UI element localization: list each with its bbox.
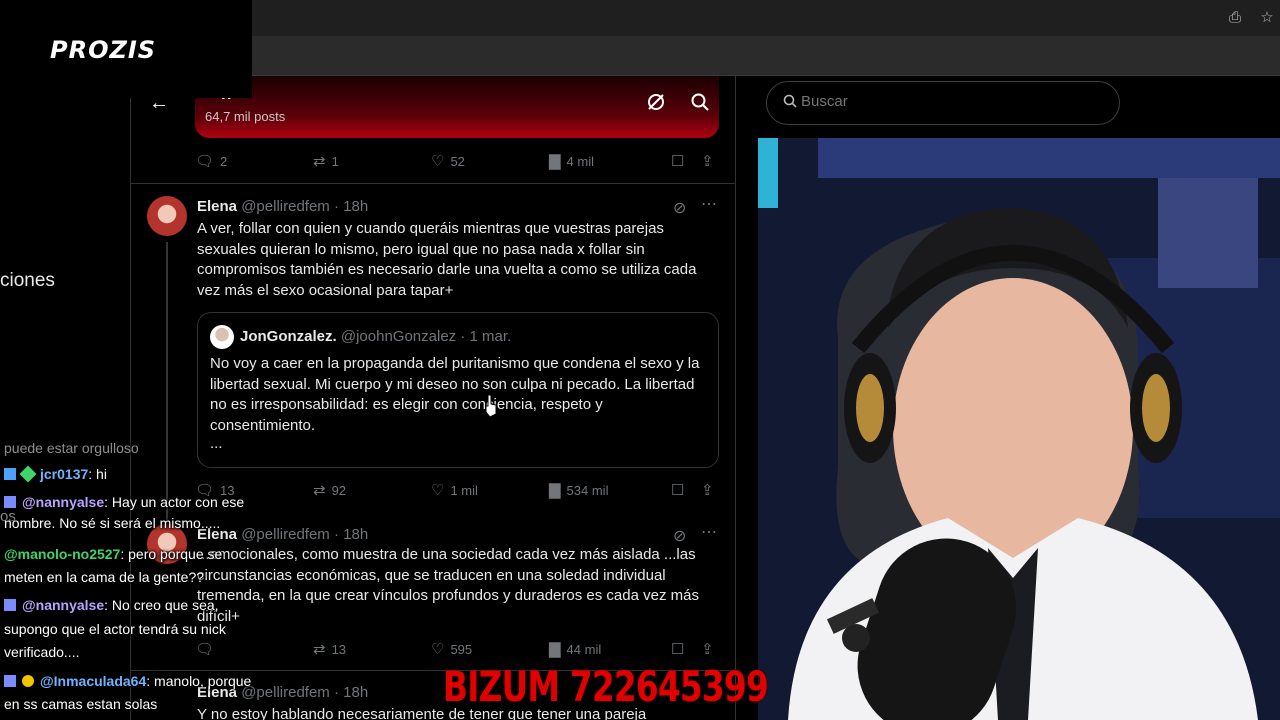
chat-message: jcr0137: hi [4,464,107,485]
share-icon: ⇪ [701,153,714,170]
header-banner [195,76,719,138]
chat-message: @Inmaculada64: manolo, porque [4,671,251,692]
stream-chat-overlay: puede estar orgulloso jcr0137: hi @nanny… [0,438,290,720]
like-button[interactable]: ♡ 52 [431,152,465,170]
search-icon[interactable] [689,92,711,114]
bookmark-star-icon[interactable]: ☆ [1258,9,1276,27]
install-app-icon[interactable]: ⎙ [1226,9,1244,27]
chat-message: @nannyalse: No creo que sea, [4,595,219,616]
bookmark-icon: ☐ [671,482,685,499]
share-button[interactable]: ⇪ [701,640,714,658]
quote-text: No voy a caer en la propaganda del purit… [210,355,700,434]
bookmark-button[interactable]: ☐ [671,640,684,658]
tweet-time[interactable]: · 18h [334,198,368,215]
quote-time: · 1 mar. [460,328,512,345]
side-nav-label[interactable]: ciones [0,270,55,292]
sponsor-logo: PROZIS [50,36,157,64]
badge-icon [19,465,37,483]
like-button[interactable]: ♡ 1 mil [431,481,478,499]
chat-username: @manolo-no2527 [4,546,121,562]
chat-message: verificado.... [4,644,80,660]
share-icon: ⇪ [701,641,714,658]
webcam-overlay [758,138,1280,720]
divider [131,183,735,184]
views-icon: ▇ [549,153,561,170]
badge-icon [4,468,16,480]
views-icon: ▇ [549,641,561,658]
heart-icon: ♡ [431,641,445,658]
chat-message: nombre. No sé si será el mismo..... [4,515,221,531]
chat-message: puede estar orgulloso [4,440,139,456]
tweet-author-name[interactable]: Elena [197,198,237,215]
quote-author-handle: @joohnGonzalez [340,328,457,345]
reply-button[interactable]: 🗨︎ 2 [195,152,227,170]
reply-icon: 🗨︎ [195,153,215,170]
search-icon [783,94,797,112]
repost-icon: ⇄ [313,482,326,499]
bizum-banner: BIZUM 722645399 [443,662,769,711]
views-button[interactable]: ▇ 4 mil [549,152,594,170]
chat-username: jcr0137 [40,466,89,482]
share-button[interactable]: ⇪ [701,152,714,170]
browser-tab-strip [252,0,1280,36]
repost-button[interactable]: ⇄ 92 [313,481,346,499]
wrench-icon [4,675,16,687]
bookmark-icon: ☐ [671,641,685,658]
quote-avatar [210,325,234,349]
browser-toolbar [252,36,1280,76]
chat-username: @Inmaculada64 [40,673,147,689]
like-button[interactable]: ♡ 595 [431,640,472,658]
grok-icon[interactable]: ⊘ [673,526,686,546]
chat-username: @nannyalse [22,597,105,613]
bookmark-button[interactable]: ☐ [671,481,684,499]
views-button[interactable]: ▇ 44 mil [549,640,601,658]
posts-count: 64,7 mil posts [205,109,286,124]
repost-button[interactable]: ⇄ 13 [313,640,346,658]
chat-message: supongo que el actor tendrá su nick [4,621,226,637]
tweet-avatar[interactable] [147,196,187,236]
prev-post-actions: 🗨︎ 2 ⇄ 1 ♡ 52 ▇ 4 mil ☐ ⇪ [195,152,717,172]
grok-icon[interactable] [645,92,667,114]
bookmark-button[interactable]: ☐ [671,152,684,170]
tweet-time[interactable]: · 18h [334,526,368,543]
repost-icon: ⇄ [313,641,326,658]
quote-author-name: JonGonzalez. [240,328,337,345]
share-icon: ⇪ [701,482,714,499]
chat-message: en ss camas estan solas [4,696,158,712]
chat-message: @nannyalse: Hay un actor con ese [4,492,244,513]
search-input[interactable] [801,93,1101,110]
tweet-time[interactable]: · 18h [334,684,368,701]
more-options-icon[interactable]: ⋯ [701,522,717,542]
search-box[interactable] [766,81,1120,125]
views-icon: ▇ [549,482,561,499]
tweet-author-handle[interactable]: @pelliredfem [241,198,330,215]
grok-icon[interactable]: ⊘ [673,198,686,218]
views-button[interactable]: ▇ 534 mil [549,481,608,499]
wrench-icon [4,599,16,611]
share-button[interactable]: ⇪ [701,481,714,499]
heart-icon: ♡ [431,153,445,170]
tweet-header: Elena @pelliredfem · 18h [197,198,368,215]
wrench-icon [4,496,16,508]
hand-cursor-icon [484,394,498,418]
chat-message: @manolo-no2527: pero porque se [4,546,223,562]
more-options-icon[interactable]: ⋯ [701,194,717,214]
badge-icon [22,675,34,687]
chat-message: meten en la cama de la gente?? [4,569,205,585]
repost-icon: ⇄ [313,153,326,170]
bookmark-icon: ☐ [671,153,685,170]
repost-button[interactable]: ⇄ 1 [313,152,339,170]
heart-icon: ♡ [431,482,445,499]
chat-username: @nannyalse [22,494,105,510]
tweet-text: A ver, follar con quien y cuando queráis… [197,220,697,299]
